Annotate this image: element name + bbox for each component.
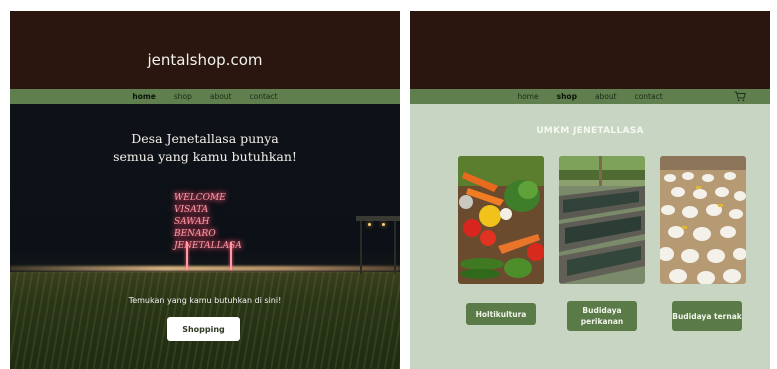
nav-about[interactable]: about — [595, 92, 617, 101]
neon-welcome-sign: WELCOME VISATA SAWAH BENARO JENETALLASA — [174, 192, 244, 252]
nav-home[interactable]: home — [132, 92, 155, 101]
neon-sign-line: WELCOME VISATA — [174, 193, 226, 215]
hero-cta-text: Temukan yang kamu butuhkan di sini! — [128, 296, 282, 305]
nav-home[interactable]: home — [517, 92, 538, 101]
vegetables-photo — [458, 156, 544, 284]
nav-shop[interactable]: shop — [174, 92, 192, 101]
umkm-heading: UMKM JENETALLASA — [536, 126, 644, 136]
category-button-ternak[interactable]: Budidaya ternak — [672, 301, 742, 331]
gazebo-structure — [356, 216, 400, 274]
string-lights — [10, 266, 400, 271]
fish-ponds-photo — [559, 156, 645, 284]
neon-sign-post — [186, 242, 188, 270]
category-button-perikanan[interactable]: Budidaya perikanan — [567, 301, 637, 331]
nav-bar: home shop about contact — [410, 89, 770, 104]
neon-sign-line: SAWAH BENARO — [174, 217, 216, 239]
hero-section: Desa Jenetallasa punya semua yang kamu b… — [10, 104, 400, 369]
poultry-farm-photo — [660, 156, 746, 284]
neon-sign-post — [230, 242, 232, 270]
hero-heading-line: Desa Jenetallasa punya — [131, 131, 279, 146]
header-bar — [410, 11, 770, 89]
nav-contact[interactable]: contact — [249, 92, 277, 101]
category-button-hortikultura[interactable]: Holtikultura — [466, 303, 536, 325]
shop-page-screenshot: home shop about contact UMKM JENETALLASA — [410, 11, 770, 369]
hero-heading-line: semua yang kamu butuhkan! — [113, 149, 297, 164]
nav-bar: home shop about contact — [10, 89, 400, 104]
home-page-screenshot: jentalshop.com home shop about contact D… — [10, 11, 400, 369]
shopping-button[interactable]: Shopping — [167, 317, 240, 341]
neon-sign-line: JENETALLASA — [174, 241, 242, 251]
nav-shop[interactable]: shop — [557, 92, 577, 101]
nav-contact[interactable]: contact — [635, 92, 663, 101]
hero-heading: Desa Jenetallasa punya semua yang kamu b… — [10, 130, 400, 166]
site-title: jentalshop.com — [147, 51, 263, 69]
shopping-cart-icon[interactable] — [734, 91, 746, 102]
header-bar: jentalshop.com — [10, 11, 400, 89]
nav-about[interactable]: about — [210, 92, 232, 101]
